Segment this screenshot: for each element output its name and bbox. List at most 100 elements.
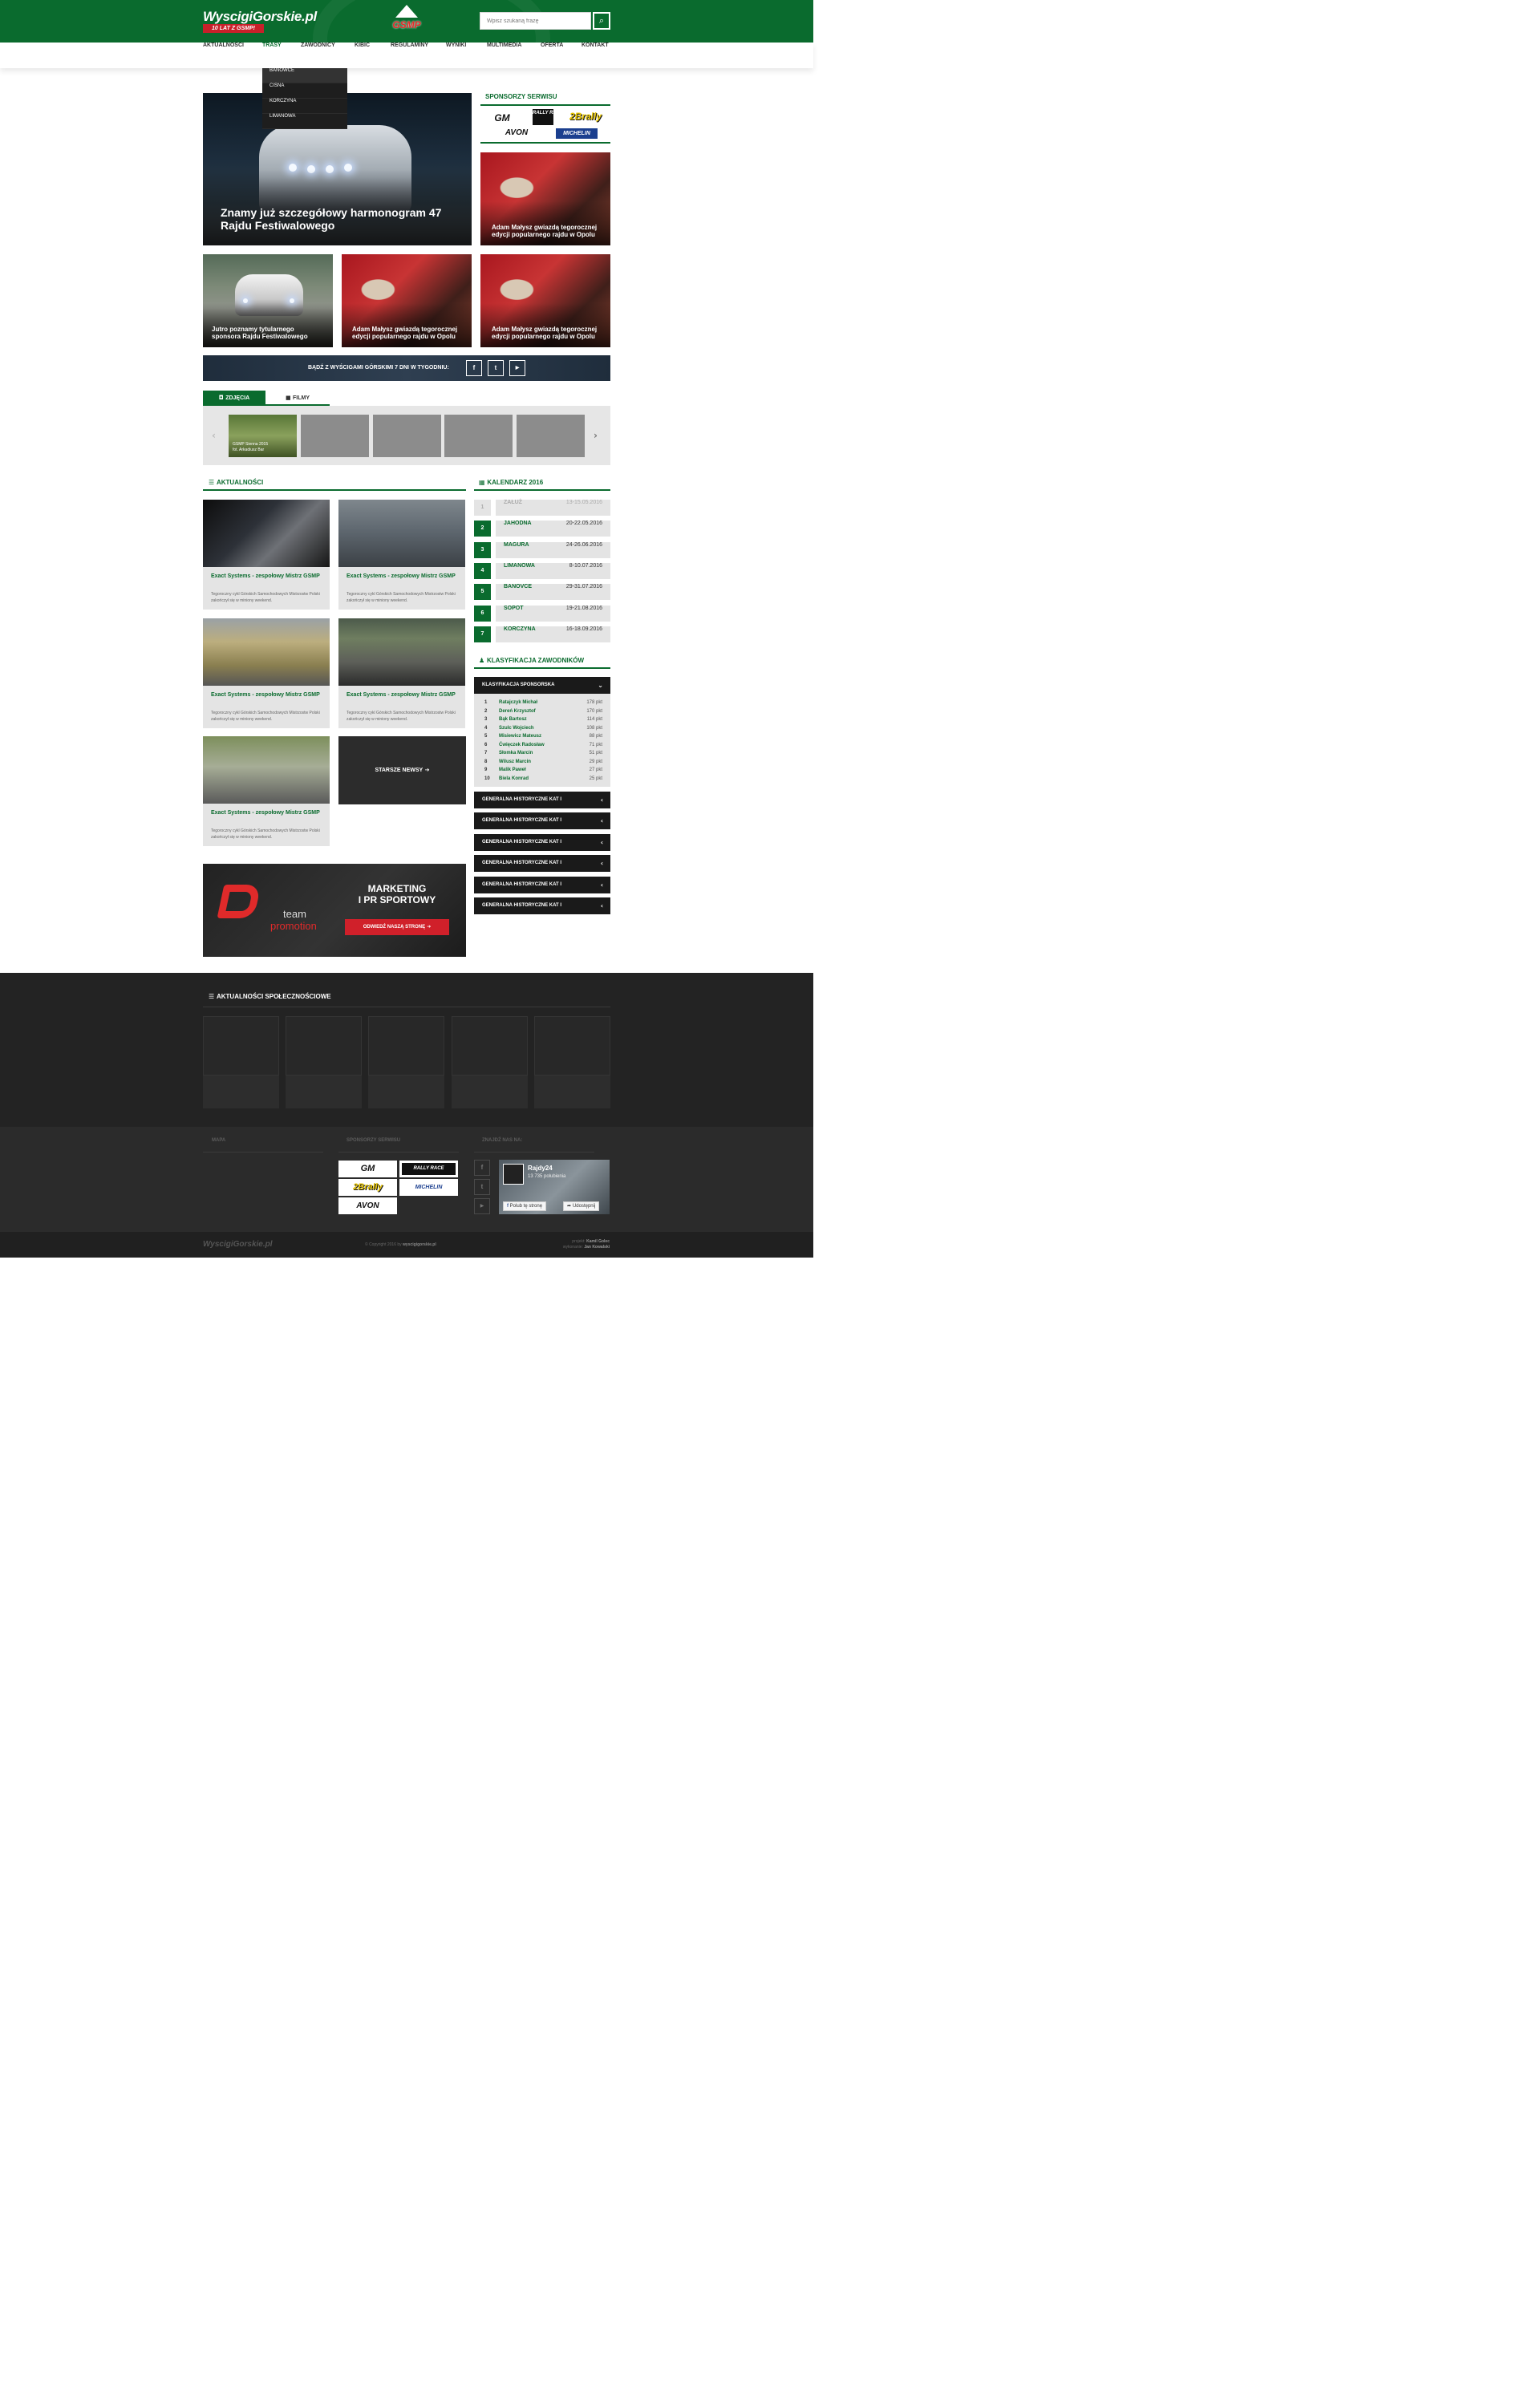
classification-accordion[interactable]: GENERALNA HISTORYCZNE KAT I ‹ bbox=[474, 833, 610, 851]
gallery-thumb[interactable] bbox=[301, 415, 369, 457]
calendar-event-name[interactable]: LIMANOWA bbox=[504, 563, 535, 569]
social-post[interactable] bbox=[203, 1016, 279, 1108]
social-post[interactable] bbox=[534, 1016, 610, 1108]
footer-sponsor-gm[interactable]: GM bbox=[338, 1161, 397, 1177]
search-input[interactable] bbox=[480, 12, 591, 30]
gallery-thumb[interactable]: GSMP Sienna 2015 fot. Arkadiusz Bar bbox=[229, 415, 297, 457]
sponsor-logo-2brally[interactable]: 2Brally bbox=[563, 111, 608, 122]
calendar-row[interactable]: 6 SOPOT 19-21.08.2016 bbox=[474, 605, 610, 622]
calendar-event-name[interactable]: SOPOT bbox=[504, 606, 524, 611]
gallery-next-arrow-icon[interactable]: › bbox=[594, 430, 598, 441]
calendar-row[interactable]: 2 JAHODNA 20-22.05.2016 bbox=[474, 521, 610, 537]
gallery-prev-arrow-icon[interactable]: ‹ bbox=[212, 430, 216, 441]
calendar-event-name[interactable]: KORCZYNA bbox=[504, 626, 536, 632]
calendar-event-name[interactable]: JAHODNA bbox=[504, 521, 532, 526]
ranking-driver[interactable]: Ratajczyk Michał bbox=[499, 699, 537, 707]
twitter-icon[interactable]: t bbox=[488, 360, 504, 376]
nav-wyniki[interactable]: WYNIKI bbox=[446, 43, 466, 68]
sponsor-logo-michelin[interactable]: MICHELIN bbox=[556, 128, 598, 139]
nav-kontakt[interactable]: KONTAKT bbox=[582, 43, 609, 68]
ranking-driver[interactable]: Biela Konrad bbox=[499, 775, 529, 783]
news-card[interactable]: Exact Systems - zespołowy Mistrz GSMP Te… bbox=[203, 736, 330, 846]
classification-accordion[interactable]: GENERALNA HISTORYCZNE KAT I ‹ bbox=[474, 876, 610, 893]
social-post[interactable] bbox=[286, 1016, 362, 1108]
copyright-site[interactable]: wyscigigorskie.pl bbox=[403, 1242, 436, 1247]
featured-title[interactable]: Jutro poznamy tytularnego sponsora Rajdu… bbox=[212, 326, 324, 340]
footer-twitter-icon[interactable]: t bbox=[474, 1179, 490, 1195]
gallery-thumb[interactable] bbox=[444, 415, 513, 457]
dropdown-item-korczyna[interactable]: KORCZYNA bbox=[262, 99, 347, 114]
sponsor-logo-avon[interactable]: AVON bbox=[496, 128, 537, 137]
gallery-thumb[interactable] bbox=[373, 415, 441, 457]
ranking-driver[interactable]: Ćwięczek Radosław bbox=[499, 741, 545, 749]
gallery-thumb[interactable] bbox=[517, 415, 585, 457]
nav-multimedia[interactable]: MULTIMEDIA bbox=[487, 43, 521, 68]
news-card-title[interactable]: Exact Systems - zespołowy Mistrz GSMP bbox=[346, 573, 459, 580]
promo-banner[interactable]: team promotion bbox=[203, 864, 466, 957]
featured-title[interactable]: Adam Małysz gwiazdą tegorocznej edycji p… bbox=[352, 326, 464, 340]
news-card-title[interactable]: Exact Systems - zespołowy Mistrz GSMP bbox=[211, 691, 323, 699]
tab-zdjecia[interactable]: ◘ ZDJĘCIA bbox=[203, 391, 265, 406]
ranking-driver[interactable]: Szulc Wojciech bbox=[499, 724, 534, 732]
classification-accordion-open[interactable]: KLASYFIKACJA SPONSORSKA ⌄ bbox=[474, 677, 610, 694]
featured-article[interactable]: Adam Małysz gwiazdą tegorocznej edycji p… bbox=[342, 254, 472, 347]
featured-article[interactable]: Adam Małysz gwiazdą tegorocznej edycji p… bbox=[480, 254, 610, 347]
footer-logo[interactable]: WyscigiGorskie.pl bbox=[203, 1240, 273, 1249]
classification-accordion[interactable]: GENERALNA HISTORYCZNE KAT I ‹ bbox=[474, 897, 610, 914]
news-card-title[interactable]: Exact Systems - zespołowy Mistrz GSMP bbox=[211, 573, 323, 580]
gsmp-logo[interactable]: GSMP bbox=[387, 5, 426, 37]
news-card[interactable]: Exact Systems - zespołowy Mistrz GSMP Te… bbox=[338, 618, 465, 728]
nav-aktualnosci[interactable]: AKTUALNOŚCI bbox=[203, 43, 244, 68]
nav-trasy[interactable]: TRASY bbox=[262, 43, 282, 68]
calendar-event-name[interactable]: ZAŁUŻ bbox=[504, 500, 522, 505]
dropdown-item-banowce[interactable]: BANOWCE bbox=[262, 68, 347, 83]
older-news-button[interactable]: STARSZE NEWSY ➔ bbox=[338, 736, 466, 804]
footer-sponsor-rally-race[interactable]: RALLY RACE bbox=[399, 1161, 458, 1177]
nav-kibic[interactable]: KIBIC bbox=[355, 43, 370, 68]
fb-share-button[interactable]: ➦ Udostępnij bbox=[563, 1201, 600, 1211]
hero-title[interactable]: Znamy już szczegółowy harmonogram 47 Raj… bbox=[221, 206, 457, 232]
ranking-driver[interactable]: Słomka Marcin bbox=[499, 749, 533, 757]
news-card[interactable]: Exact Systems - zespołowy Mistrz GSMP Te… bbox=[203, 500, 330, 610]
calendar-event-name[interactable]: BANOVCE bbox=[504, 584, 532, 589]
footer-facebook-icon[interactable]: f bbox=[474, 1160, 490, 1176]
featured-article[interactable]: Adam Małysz gwiazdą tegorocznej edycji p… bbox=[480, 152, 610, 245]
calendar-row[interactable]: 3 MAGURA 24-26.06.2016 bbox=[474, 541, 610, 558]
social-post[interactable] bbox=[452, 1016, 528, 1108]
footer-sponsor-michelin[interactable]: MICHELIN bbox=[399, 1179, 458, 1196]
nav-oferta[interactable]: OFERTA bbox=[541, 43, 563, 68]
youtube-icon[interactable]: ▶ bbox=[509, 360, 525, 376]
calendar-event-name[interactable]: MAGURA bbox=[504, 542, 529, 548]
news-card-title[interactable]: Exact Systems - zespołowy Mistrz GSMP bbox=[346, 691, 459, 699]
sponsor-logo-rally-race[interactable]: RALLY RACE bbox=[533, 109, 563, 125]
facebook-icon[interactable]: f bbox=[466, 360, 482, 376]
calendar-row[interactable]: 1 ZAŁUŻ 13-15.05.2016 bbox=[474, 500, 610, 516]
dropdown-item-limanowa[interactable]: LIMANOWA bbox=[262, 114, 347, 129]
classification-accordion[interactable]: GENERALNA HISTORYCZNE KAT I ‹ bbox=[474, 855, 610, 873]
ranking-driver[interactable]: Wilusz Marcin bbox=[499, 758, 531, 766]
footer-sponsor-2brally[interactable]: 2Brally bbox=[338, 1179, 397, 1196]
ranking-driver[interactable]: Malik Paweł bbox=[499, 766, 526, 774]
ranking-driver[interactable]: Bąk Bartosz bbox=[499, 715, 527, 723]
calendar-row[interactable]: 4 LIMANOWA 8-10.07.2016 bbox=[474, 562, 610, 579]
calendar-row[interactable]: 5 BANOVCE 29-31.07.2016 bbox=[474, 584, 610, 601]
news-card[interactable]: Exact Systems - zespołowy Mistrz GSMP Te… bbox=[203, 618, 330, 728]
news-card-title[interactable]: Exact Systems - zespołowy Mistrz GSMP bbox=[211, 809, 323, 816]
news-card[interactable]: Exact Systems - zespołowy Mistrz GSMP Te… bbox=[338, 500, 465, 610]
tab-filmy[interactable]: ■ FILMY bbox=[265, 391, 330, 406]
featured-title[interactable]: Adam Małysz gwiazdą tegorocznej edycji p… bbox=[492, 326, 604, 340]
fb-like-button[interactable]: f Polub tę stronę bbox=[503, 1201, 547, 1211]
facebook-widget[interactable]: Rajdy24 13 735 polubienia f Polub tę str… bbox=[499, 1160, 610, 1214]
social-post[interactable] bbox=[368, 1016, 444, 1108]
featured-article[interactable]: Jutro poznamy tytularnego sponsora Rajdu… bbox=[203, 254, 333, 347]
ranking-driver[interactable]: Dereń Krzysztof bbox=[499, 707, 536, 715]
calendar-row[interactable]: 7 KORCZYNA 16-18.09.2016 bbox=[474, 626, 610, 642]
nav-zawodnicy[interactable]: ZAWODNICY bbox=[301, 43, 335, 68]
site-logo[interactable]: WyscigiGorskie.pl bbox=[203, 9, 317, 25]
featured-title[interactable]: Adam Małysz gwiazdą tegorocznej edycji p… bbox=[492, 224, 604, 238]
sponsor-logo-gm[interactable]: GM bbox=[483, 112, 521, 124]
fb-page-name[interactable]: Rajdy24 bbox=[528, 1165, 553, 1172]
promo-cta-button[interactable]: ODWIEDŹ NASZĄ STRONĘ ➔ bbox=[345, 919, 449, 935]
footer-sponsor-avon[interactable]: AVON bbox=[338, 1197, 397, 1214]
ranking-driver[interactable]: Misiewicz Mateusz bbox=[499, 732, 541, 740]
